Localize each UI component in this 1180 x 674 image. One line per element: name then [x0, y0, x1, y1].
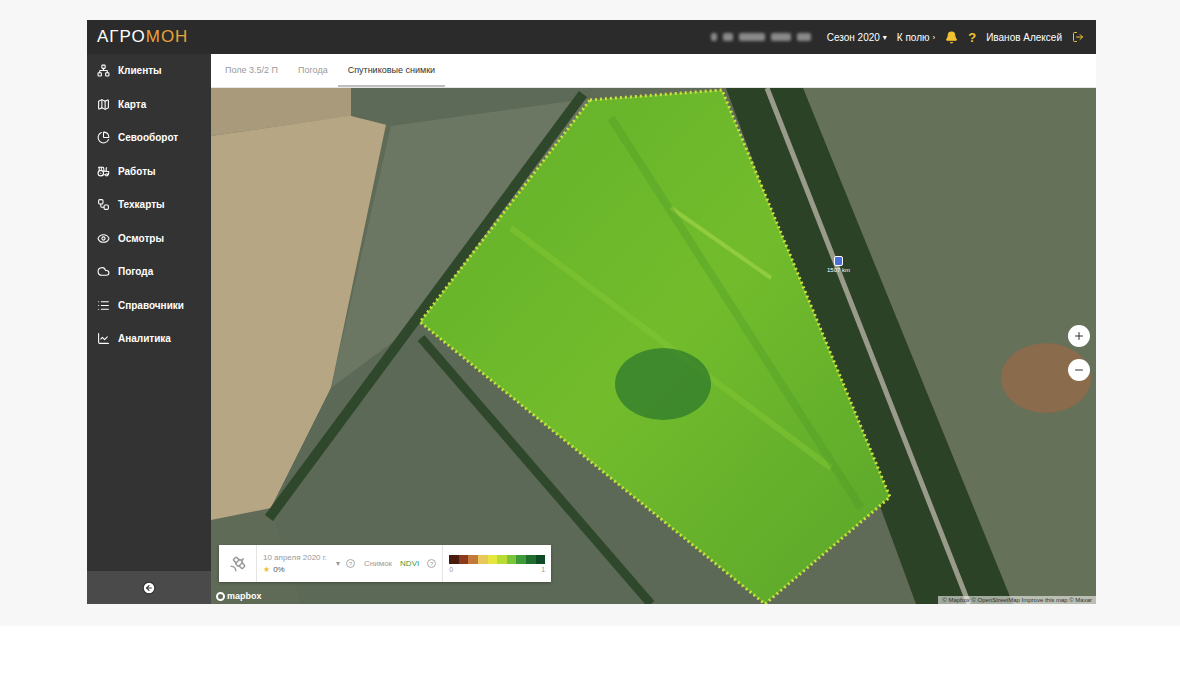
sidebar-item[interactable]: Карта — [87, 88, 211, 122]
sidebar-item[interactable]: Клиенты — [87, 54, 211, 88]
satellite-icon — [229, 555, 247, 573]
legend-swatch — [507, 555, 517, 564]
list-icon — [97, 299, 110, 312]
plus-icon — [1073, 330, 1085, 342]
cloud-icon — [97, 265, 110, 278]
ndvi-legend: 01 — [443, 545, 551, 582]
tab[interactable]: Поле 3.5/2 П — [215, 54, 288, 87]
tab[interactable]: Погода — [288, 54, 338, 87]
collapse-button[interactable] — [87, 571, 211, 604]
legend-swatch — [468, 555, 478, 564]
map-icon — [97, 98, 110, 111]
logo[interactable]: АГРОМОН — [97, 27, 188, 47]
date-dropdown[interactable]: ▾ — [333, 545, 343, 582]
tractor-icon — [97, 165, 110, 178]
legend-swatch — [488, 555, 498, 564]
sidebar-item[interactable]: Справочники — [87, 289, 211, 323]
page: АГРОМОН Сезон 2020▾ К полю›? Иванов Алексей… — [0, 0, 1180, 674]
legend-swatch — [459, 555, 469, 564]
legend-labels: 01 — [449, 566, 545, 573]
marker-pin-icon — [834, 256, 843, 266]
line-chart-icon — [97, 332, 110, 345]
sidebar-item[interactable]: Работы — [87, 155, 211, 189]
legend-swatch — [536, 555, 546, 564]
arrow-left-icon — [142, 581, 156, 595]
kind-label: Снимок — [364, 559, 392, 568]
legend-swatch — [478, 555, 488, 564]
eye-icon — [97, 232, 110, 245]
zoom-out-button[interactable]: − — [1068, 359, 1090, 381]
to-field-link[interactable]: К полю› — [897, 32, 935, 43]
caret: ▾ — [883, 33, 887, 42]
zoom-in-button[interactable]: + — [1068, 325, 1090, 347]
marker-label: 1507 km — [827, 267, 850, 273]
top-bar: АГРОМОН Сезон 2020▾ К полю›? Иванов Алексей — [87, 20, 1096, 54]
redacted-mark — [711, 33, 717, 41]
legend-swatch — [449, 555, 459, 564]
app-window: АГРОМОН Сезон 2020▾ К полю›? Иванов Алексей… — [87, 20, 1096, 604]
workflow-icon — [97, 198, 110, 211]
date-text: 10 апреля 2020 г. — [263, 553, 327, 562]
redacted-mark — [797, 33, 811, 41]
cloud-mark: ★ — [263, 565, 270, 574]
body: КлиентыКартаСевооборотРаботыТехкартыОсмо… — [87, 54, 1096, 604]
logout-icon[interactable] — [1072, 31, 1084, 43]
redacted-mark — [723, 33, 733, 41]
sidebar-item[interactable]: Севооборот — [87, 121, 211, 155]
mapbox-logo[interactable]: mapbox — [216, 591, 262, 601]
image-panel: 10 апреля 2020 г.★0%▾?СнимокNDVI?01 — [219, 545, 551, 582]
legend-swatch — [526, 555, 536, 564]
help-icon: ? — [346, 559, 355, 568]
map-marker[interactable]: 1507 km — [827, 256, 850, 273]
image-date[interactable]: 10 апреля 2020 г. ★0% — [257, 545, 333, 582]
legend-max: 1 — [541, 566, 545, 573]
caret: › — [933, 33, 936, 42]
index-select: Снимок NDVI? — [358, 545, 443, 582]
map-attribution[interactable]: © Mapbox © OpenStreetMap Improve this ma… — [938, 596, 1096, 604]
help-button[interactable]: ? — [968, 30, 976, 45]
sidebar-item[interactable]: Аналитика — [87, 322, 211, 356]
zoom-controls: +− — [1068, 325, 1090, 381]
user-name[interactable]: Иванов Алексей — [986, 32, 1062, 43]
main: Поле 3.5/2 ППогодаСпутниковые снимки 1507… — [211, 54, 1096, 604]
satellite-map[interactable] — [211, 88, 1096, 604]
legend-swatch — [497, 555, 507, 564]
tab[interactable]: Спутниковые снимки — [338, 54, 445, 87]
satellite-cell[interactable] — [219, 545, 257, 582]
legend-swatch — [516, 555, 526, 564]
index-name[interactable]: NDVI — [400, 559, 419, 568]
redacted-items — [711, 33, 811, 41]
sidebar-item[interactable]: Осмотры — [87, 222, 211, 256]
legend-bar — [449, 555, 545, 564]
bell-icon[interactable] — [945, 31, 958, 44]
legend-min: 0 — [449, 566, 453, 573]
help-icon[interactable]: ? — [427, 559, 436, 568]
map-area: 1507 km+−10 апреля 2020 г.★0%▾?СнимокNDV… — [211, 88, 1096, 604]
pie-chart-icon — [97, 131, 110, 144]
minus-icon — [1073, 364, 1085, 376]
logo-accent: МОН — [146, 27, 189, 46]
mapbox-icon — [216, 592, 225, 601]
season-select[interactable]: Сезон 2020▾ — [827, 32, 887, 43]
sidebar: КлиентыКартаСевооборотРаботыТехкартыОсмо… — [87, 54, 211, 604]
redacted-mark — [739, 33, 765, 41]
hierarchy-icon — [97, 64, 110, 77]
cloud-cover: ★0% — [263, 565, 327, 574]
redacted-mark — [771, 33, 791, 41]
sidebar-item[interactable]: Техкарты — [87, 188, 211, 222]
sidebar-item[interactable]: Погода — [87, 255, 211, 289]
tab-bar: Поле 3.5/2 ППогодаСпутниковые снимки — [211, 54, 1096, 88]
stage: АГРОМОН Сезон 2020▾ К полю›? Иванов Алексей… — [0, 0, 1180, 626]
top-bar-actions: Сезон 2020▾ К полю›? Иванов Алексей — [711, 30, 1084, 45]
date-help[interactable]: ? — [343, 545, 358, 582]
